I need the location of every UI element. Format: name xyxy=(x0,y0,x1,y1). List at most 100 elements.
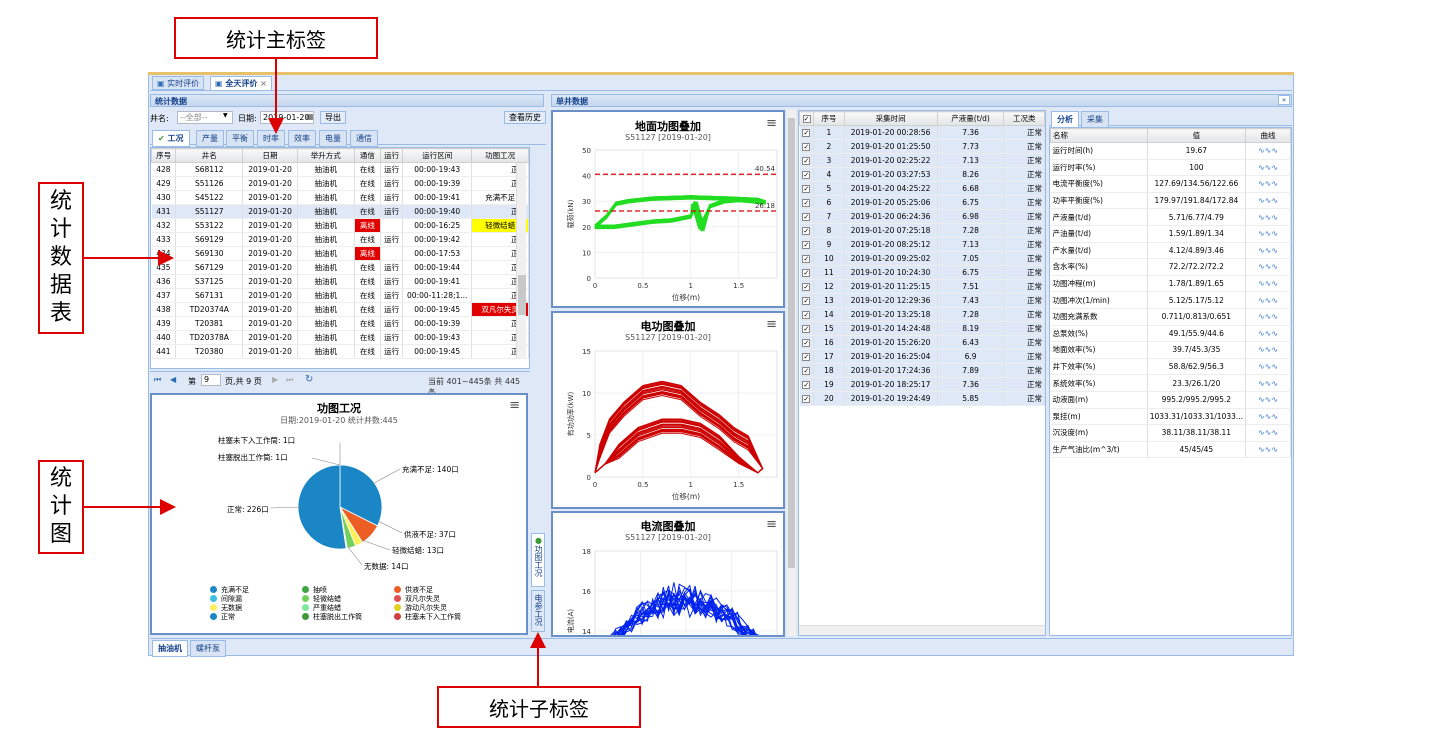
table-row[interactable]: 产液量(t/d) 5.71/6.77/4.79 ∿∿∿ xyxy=(1050,208,1291,226)
sparkline-icon[interactable]: ∿∿∿ xyxy=(1245,308,1291,326)
col-header[interactable]: 序号 xyxy=(813,111,845,126)
last-page-icon[interactable]: ⏭ xyxy=(286,375,293,385)
table-row[interactable]: 产水量(t/d) 4.12/4.89/3.46 ∿∿∿ xyxy=(1050,242,1291,260)
table-row[interactable]: 运行时间(h) 19.67 ∿∿∿ xyxy=(1050,142,1291,160)
col-header[interactable]: 举升方式 xyxy=(296,148,355,163)
legend-item[interactable]: 柱塞未下入工作筒 xyxy=(394,612,461,622)
table-row[interactable]: 功图充满系数 0.711/0.813/0.651 ∿∿∿ xyxy=(1050,308,1291,326)
table-row[interactable]: ✓ 15 2019-01-20 14:24:48 8.19 正常 xyxy=(799,321,1045,336)
table-row[interactable]: 435S671292019-01-20抽油机在线运行00:00-19:44正常 xyxy=(151,260,529,275)
table-row[interactable]: ✓ 3 2019-01-20 02:25:22 7.13 正常 xyxy=(799,153,1045,168)
table-row[interactable]: 438 TD20374A 2019-01-20 抽油机 在线 运行 00:00-19:45 双… xyxy=(151,302,529,317)
prev-page-icon[interactable]: ◀ xyxy=(170,375,176,384)
row-checkbox[interactable]: ✓ xyxy=(799,125,815,140)
subtab-comm[interactable]: 通信 xyxy=(350,130,378,147)
table-row[interactable]: 泵挂(m) 1033.31/1033.31/1033... ∿∿∿ xyxy=(1050,408,1291,426)
table-row[interactable]: 429S511262019-01-20抽油机在线运行00:00-19:39正常 xyxy=(151,176,529,191)
row-checkbox[interactable]: ✓ xyxy=(799,335,815,350)
row-checkbox[interactable]: ✓ xyxy=(799,321,815,336)
table-row[interactable]: 产油量(t/d) 1.59/1.89/1.34 ∿∿∿ xyxy=(1050,225,1291,243)
tab-pumping-unit[interactable]: 抽油机 xyxy=(152,640,188,657)
table-row[interactable]: 动液面(m) 995.2/995.2/995.2 ∿∿∿ xyxy=(1050,391,1291,409)
table-row[interactable]: ✓ 20 2019-01-20 19:24:49 5.85 正常 xyxy=(799,391,1045,406)
sparkline-icon[interactable]: ∿∿∿ xyxy=(1245,341,1291,359)
side-tab-condition[interactable]: ●功图工况 xyxy=(531,533,545,587)
table-row[interactable]: ✓ 14 2019-01-20 13:25:18 7.28 正常 xyxy=(799,307,1045,322)
row-checkbox[interactable]: ✓ xyxy=(799,251,815,266)
table-row[interactable]: ✓ 7 2019-01-20 06:24:36 6.98 正常 xyxy=(799,209,1045,224)
col-header[interactable]: 采集时间 xyxy=(843,111,938,126)
row-checkbox[interactable]: ✓ xyxy=(799,237,815,252)
charts-vscroll[interactable] xyxy=(787,110,796,636)
page-input[interactable]: 9 xyxy=(201,374,221,386)
table-row[interactable]: 功图冲次(1/min) 5.12/5.17/5.12 ∿∿∿ xyxy=(1050,291,1291,309)
table-row[interactable]: ✓ 19 2019-01-20 18:25:17 7.36 正常 xyxy=(799,377,1045,392)
legend-item[interactable]: 柱塞脱出工作筒 xyxy=(302,612,362,622)
table-row[interactable]: ✓ 5 2019-01-20 04:25:22 6.68 正常 xyxy=(799,181,1045,196)
table-row[interactable]: 431S511272019-01-20抽油机在线运行00:00-19:40正常 xyxy=(151,204,529,219)
tab-fullday[interactable]: ▣ 全天评价 × xyxy=(210,76,272,91)
table-row[interactable]: 生产气油比(m^3/t) 45/45/45 ∿∿∿ xyxy=(1050,441,1291,459)
sparkline-icon[interactable]: ∿∿∿ xyxy=(1245,159,1291,177)
row-checkbox[interactable]: ✓ xyxy=(799,139,815,154)
tab-screw-pump[interactable]: 螺杆泵 xyxy=(190,640,226,657)
table-row[interactable]: 433S691292019-01-20抽油机在线运行00:00-19:42正常 xyxy=(151,232,529,247)
table-row[interactable]: 430 S45122 2019-01-20 抽油机 在线 运行 00:00-19:41 充满不… xyxy=(151,190,529,205)
export-button[interactable]: 导出 xyxy=(320,111,346,124)
table-row[interactable]: 428S681122019-01-20抽油机在线运行00:00-19:43正常 xyxy=(151,162,529,177)
tab-analysis[interactable]: 分析 xyxy=(1051,111,1079,128)
side-tab-electric[interactable]: 电参工况 xyxy=(531,590,545,632)
table-row[interactable]: ✓ 10 2019-01-20 09:25:02 7.05 正常 xyxy=(799,251,1045,266)
sparkline-icon[interactable]: ∿∿∿ xyxy=(1245,192,1291,210)
row-checkbox[interactable]: ✓ xyxy=(799,195,815,210)
calendar-icon[interactable]: ▦ xyxy=(306,112,314,121)
table-row[interactable]: 436S371252019-01-20抽油机在线运行00:00-19:41正常 xyxy=(151,274,529,289)
table-row[interactable]: 437 S67131 2019-01-20 抽油机 在线 运行 00:00-11:28;1.… xyxy=(151,288,529,303)
row-checkbox[interactable]: ✓ xyxy=(799,363,815,378)
sparkline-icon[interactable]: ∿∿∿ xyxy=(1245,242,1291,260)
col-header[interactable]: 日期 xyxy=(242,148,298,163)
tab-collect[interactable]: 采集 xyxy=(1081,111,1109,128)
scroll-thumb[interactable] xyxy=(518,275,526,315)
row-checkbox[interactable]: ✓ xyxy=(799,391,815,406)
table-row[interactable]: 系统效率(%) 23.3/26.1/20 ∿∿∿ xyxy=(1050,374,1291,392)
table-row[interactable]: ✓ 8 2019-01-20 07:25:18 7.28 正常 xyxy=(799,223,1045,238)
row-checkbox[interactable]: ✓ xyxy=(799,153,815,168)
table-row[interactable]: 功图冲程(m) 1.78/1.89/1.65 ∿∿∿ xyxy=(1050,275,1291,293)
table-row[interactable]: ✓ 12 2019-01-20 11:25:15 7.51 正常 xyxy=(799,279,1045,294)
subtab-condition[interactable]: ✔ 工况 xyxy=(152,130,190,147)
row-checkbox[interactable]: ✓ xyxy=(799,167,815,182)
history-button[interactable]: 查看历史 xyxy=(504,111,546,124)
scroll-thumb[interactable] xyxy=(788,118,795,568)
sparkline-icon[interactable]: ∿∿∿ xyxy=(1245,374,1291,392)
row-checkbox[interactable]: ✓ xyxy=(799,279,815,294)
row-checkbox[interactable]: ✓ xyxy=(799,307,815,322)
chevron-down-icon[interactable]: ▼ xyxy=(223,112,228,119)
row-checkbox[interactable]: ✓ xyxy=(799,377,815,392)
close-icon[interactable]: × xyxy=(260,79,267,88)
sparkline-icon[interactable]: ∿∿∿ xyxy=(1245,258,1291,276)
row-checkbox[interactable]: ✓ xyxy=(799,349,815,364)
table-row[interactable]: 含水率(%) 72.2/72.2/72.2 ∿∿∿ xyxy=(1050,258,1291,276)
table-row[interactable]: ✓ 2 2019-01-20 01:25:50 7.73 正常 xyxy=(799,139,1045,154)
sparkline-icon[interactable]: ∿∿∿ xyxy=(1245,225,1291,243)
table-row[interactable]: ✓ 11 2019-01-20 10:24:30 6.75 正常 xyxy=(799,265,1045,280)
subtab-output[interactable]: 产量 xyxy=(196,130,224,147)
sparkline-icon[interactable]: ∿∿∿ xyxy=(1245,325,1291,343)
col-header[interactable]: 工况类 xyxy=(1003,111,1045,126)
sparkline-icon[interactable]: ∿∿∿ xyxy=(1245,208,1291,226)
table-row[interactable]: ✓ 4 2019-01-20 03:27:53 8.26 正常 xyxy=(799,167,1045,182)
col-header[interactable]: 产液量(t/d) xyxy=(936,111,1005,126)
row-checkbox[interactable]: ✓ xyxy=(799,181,815,196)
sparkline-icon[interactable]: ∿∿∿ xyxy=(1245,408,1291,426)
col-header[interactable]: 序号 xyxy=(151,148,177,163)
sparkline-icon[interactable]: ∿∿∿ xyxy=(1245,275,1291,293)
table-row[interactable]: ✓ 16 2019-01-20 15:26:20 6.43 正常 xyxy=(799,335,1045,350)
table-row[interactable]: 441T203802019-01-20抽油机在线运行00:00-19:45正常 xyxy=(151,344,529,359)
first-page-icon[interactable]: ⏮ xyxy=(154,375,161,385)
next-page-icon[interactable]: ▶ xyxy=(272,375,278,384)
col-header[interactable]: 运行 xyxy=(379,148,404,163)
table-row[interactable]: 运行时率(%) 100 ∿∿∿ xyxy=(1050,159,1291,177)
table-row[interactable]: ✓ 1 2019-01-20 00:28:56 7.36 正常 xyxy=(799,125,1045,140)
sparkline-icon[interactable]: ∿∿∿ xyxy=(1245,291,1291,309)
